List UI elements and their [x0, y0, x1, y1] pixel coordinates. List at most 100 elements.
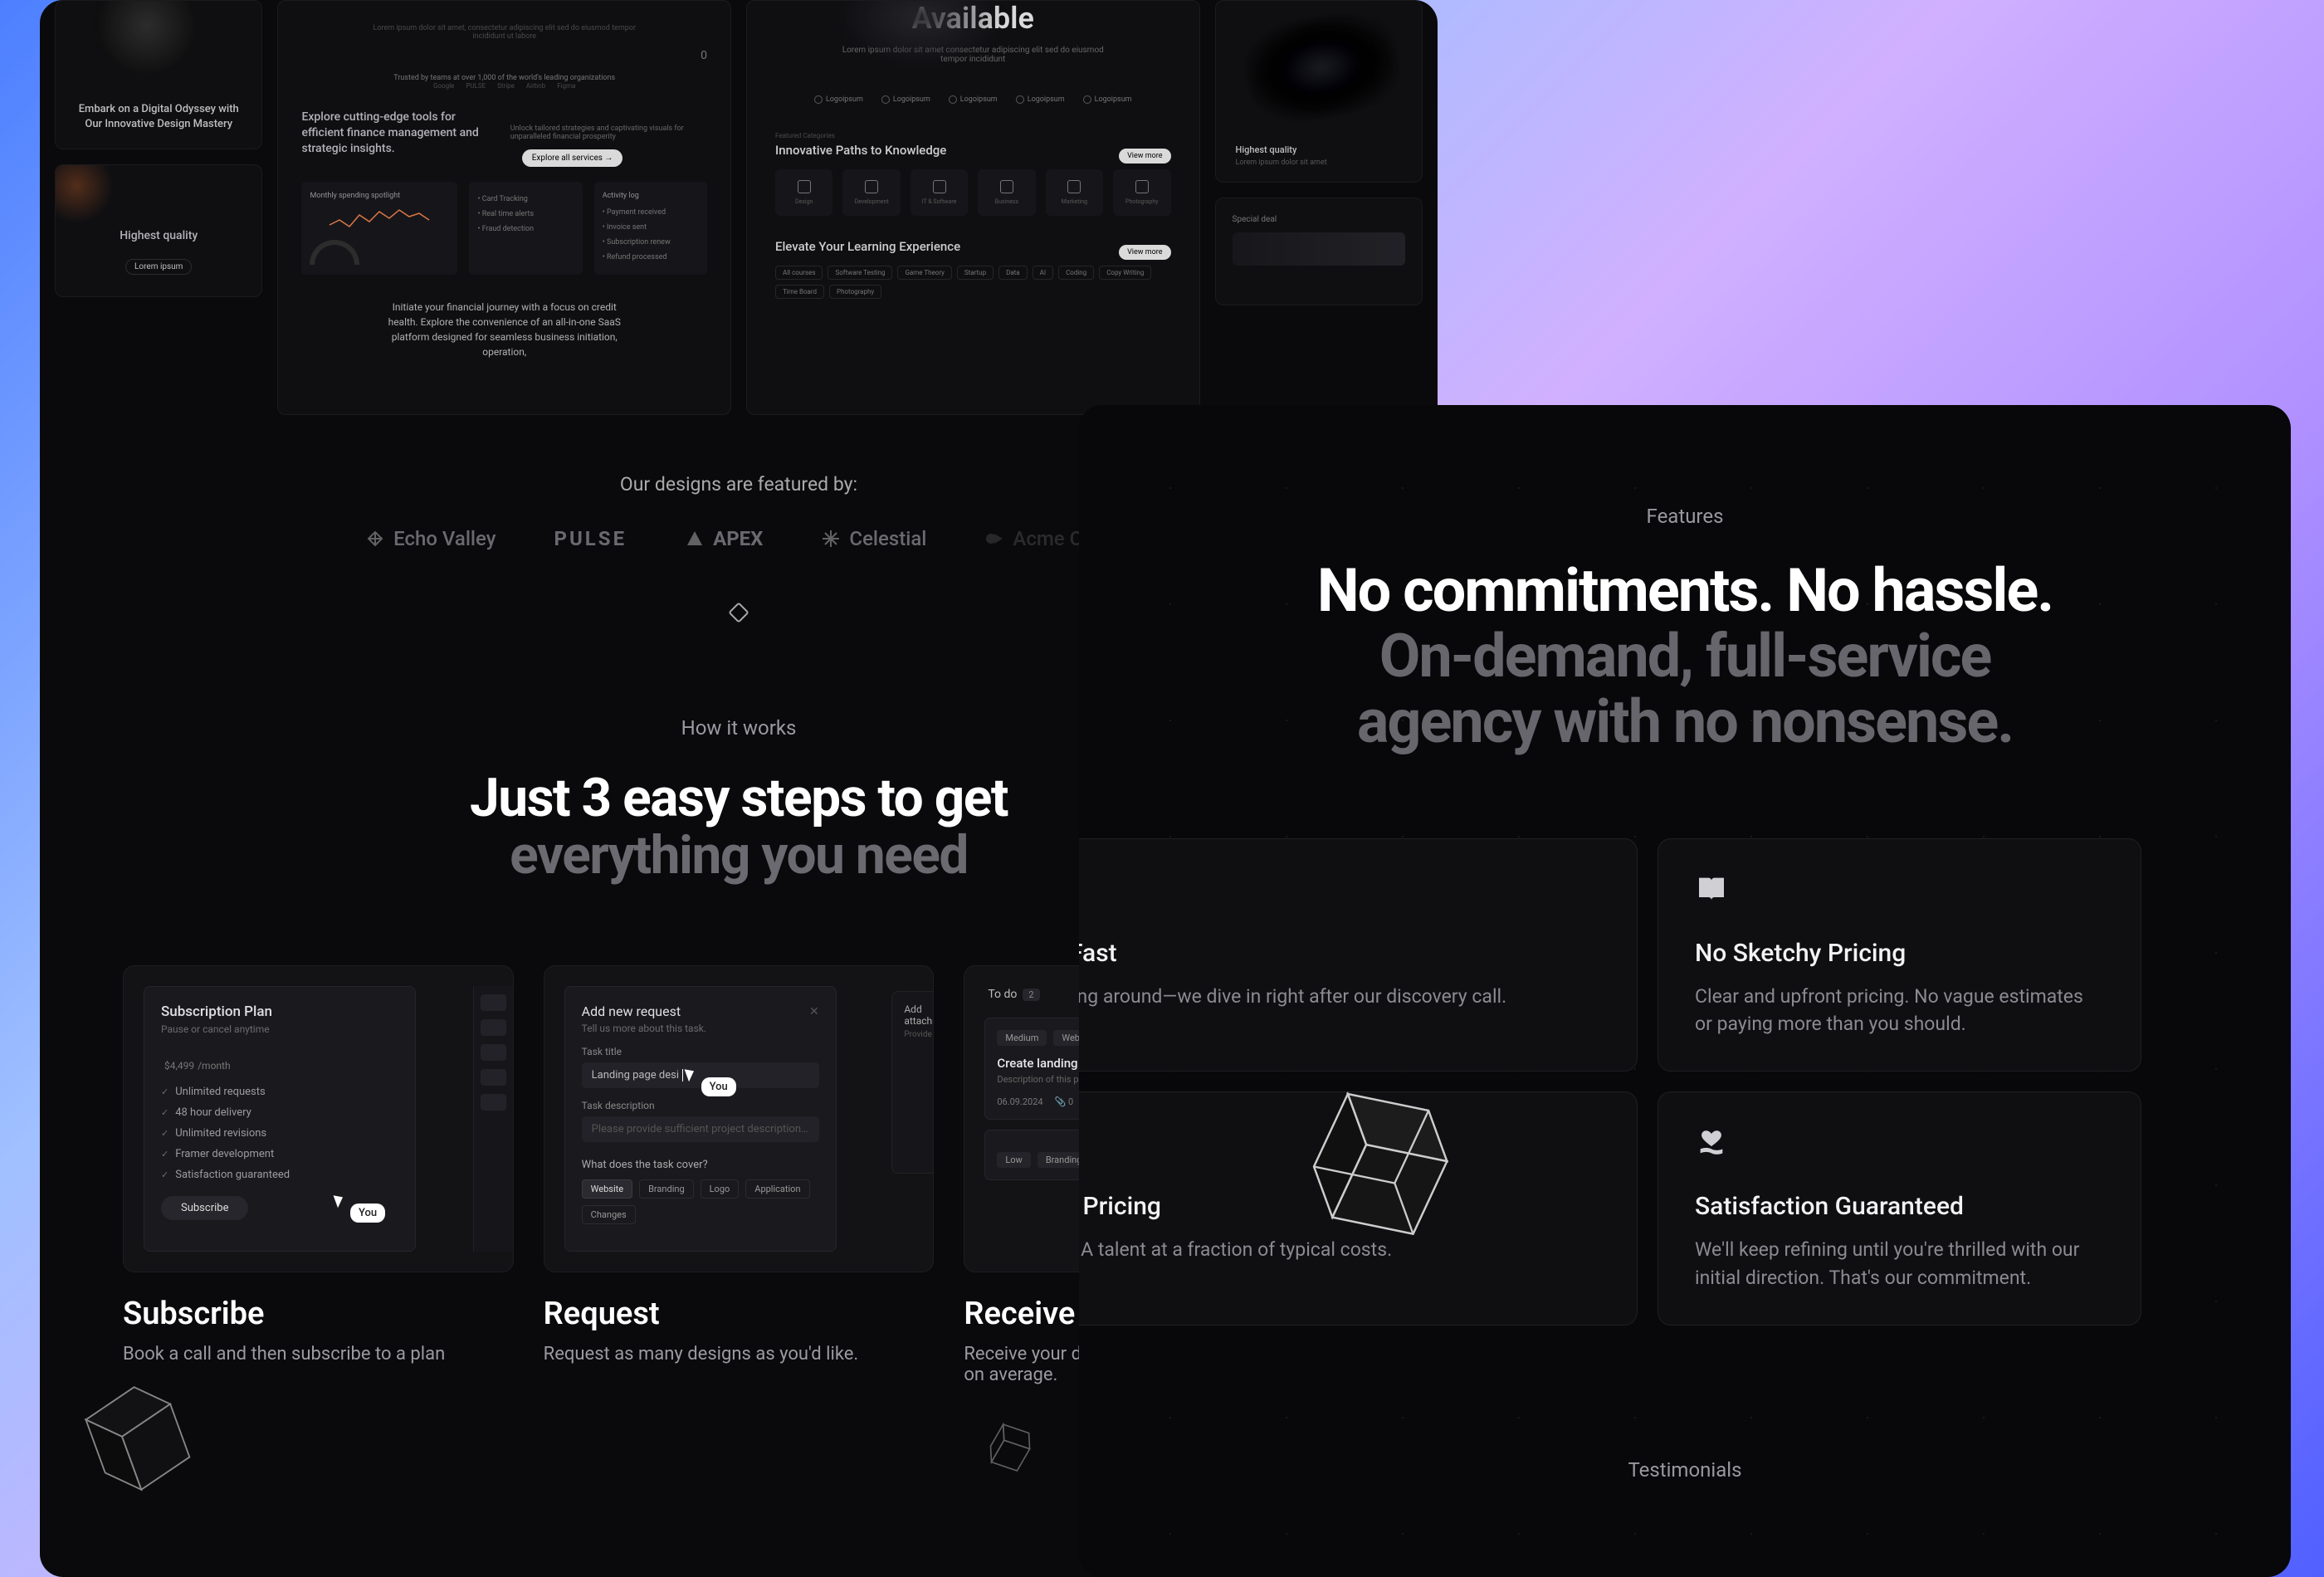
filter-chip[interactable]: AI	[1033, 266, 1053, 280]
category-tile[interactable]: Development	[842, 169, 900, 216]
featured-logo: APEX	[685, 527, 763, 550]
filter-chip[interactable]: Coding	[1058, 266, 1094, 280]
task-title-label: Task title	[582, 1046, 819, 1057]
showcase-strip: Embark on a Digital Odyssey with Our Inn…	[40, 0, 1438, 415]
showcase-card-quality-1: Highest quality Lorem ipsum	[55, 164, 262, 297]
showcase-card-quality-2: Highest quality Lorem ipsum dolor sit am…	[1215, 0, 1423, 183]
tag-chip[interactable]: Application	[745, 1179, 809, 1199]
category-tile[interactable]: Photography	[1113, 169, 1170, 216]
plan-feature: Unlimited requests	[161, 1086, 398, 1098]
cursor-arrow-icon	[684, 1067, 696, 1081]
showcase-quality1-title: Highest quality	[72, 228, 245, 244]
plan-feature: 48 hour delivery	[161, 1106, 398, 1119]
attachments-panel: Add attachments Provide us with	[891, 991, 934, 1174]
cursor-arrow-icon	[334, 1193, 346, 1208]
plan-price: $4,499/month	[161, 1053, 398, 1074]
category-tile[interactable]: Design	[775, 169, 832, 216]
step1-side-rail	[473, 986, 513, 1252]
subscribe-button[interactable]: Subscribe	[161, 1196, 248, 1220]
tag-chip[interactable]: Branding	[639, 1179, 694, 1199]
acme-icon	[984, 529, 1004, 549]
feature-title: No Sketchy Pricing	[1695, 939, 2104, 968]
category-tile[interactable]: Business	[978, 169, 1035, 216]
sc-c-sec1-title: Innovative Paths to Knowledge	[775, 143, 946, 158]
plan-title: Subscription Plan	[161, 1003, 398, 1020]
tag-chip[interactable]: Website	[582, 1179, 632, 1199]
feature-title: Lightning Fast	[1079, 939, 1600, 968]
feature-desc: We'll keep refining until you're thrille…	[1695, 1236, 2104, 1291]
filter-chip[interactable]: Time Board	[775, 285, 824, 299]
filter-chip[interactable]: All courses	[775, 266, 823, 280]
camera-icon	[1135, 180, 1149, 193]
tag-chip[interactable]: Changes	[582, 1205, 636, 1224]
echo-valley-icon	[365, 529, 385, 549]
glass-cube-decor-small	[978, 1411, 1044, 1477]
plan-feature: Unlimited revisions	[161, 1127, 398, 1140]
cursor-bubble: You	[701, 1077, 736, 1096]
filter-chip[interactable]: Photography	[829, 285, 881, 299]
close-icon[interactable]: ✕	[809, 1005, 819, 1018]
category-tile[interactable]: IT & Software	[911, 169, 968, 216]
feature-card: Affordable Pricing Access Grade A talent…	[1079, 1091, 1638, 1326]
category-tile[interactable]: Marketing	[1046, 169, 1103, 216]
filter-chip[interactable]: Software Testing	[828, 266, 892, 280]
sc-c-chips: All courses Software Testing Game Theory…	[775, 266, 1171, 299]
plan-features: Unlimited requests 48 hour delivery Unli…	[161, 1086, 398, 1181]
filter-chip[interactable]: Startup	[957, 266, 994, 280]
phone-icon	[865, 180, 878, 193]
sc-b-top-para: Lorem ipsum dolor sit amet, consectetur …	[363, 24, 647, 41]
priority-chip: Low	[997, 1152, 1030, 1168]
step-desc: Request as many designs as you'd like.	[544, 1344, 935, 1365]
showcase-card-learning: Available Lorem ipsum dolor sit amet con…	[746, 0, 1200, 415]
task-desc-label: Task description	[582, 1100, 819, 1111]
features-grid: Lightning Fast No more waiting around—we…	[1079, 755, 2291, 1326]
cursor-you: You	[335, 1194, 385, 1223]
showcase-card-odyssey: Embark on a Digital Odyssey with Our Inn…	[55, 0, 262, 149]
laptop-icon	[933, 180, 946, 193]
showcase-card-specialdeal: Special deal	[1215, 198, 1423, 305]
features-label: Features	[1079, 505, 2291, 528]
sc-b-headline: Explore cutting-edge tools for efficient…	[301, 110, 498, 157]
cursor-bubble: You	[350, 1204, 385, 1223]
feature-title: Satisfaction Guaranteed	[1695, 1192, 2104, 1221]
filter-chip[interactable]: Data	[998, 266, 1028, 280]
view-more-button-2[interactable]: View more	[1119, 245, 1170, 260]
task-title-input[interactable]: Landing page desi You	[582, 1062, 819, 1088]
showcase-odyssey-title: Embark on a Digital Odyssey with Our Inn…	[74, 102, 243, 131]
plan-feature: Satisfaction guaranteed	[161, 1169, 398, 1181]
sc-b-logo-strip: GooglePULSEStripeAirbnbFigma	[301, 82, 707, 90]
chart-icon	[1067, 180, 1081, 193]
attachment-count: 📎 0	[1055, 1096, 1074, 1107]
apex-icon	[685, 529, 705, 549]
feature-card: Satisfaction Guaranteed We'll keep refin…	[1658, 1091, 2141, 1326]
task-desc-input[interactable]: Please provide sufficient project descri…	[582, 1116, 819, 1142]
diamond-icon	[728, 602, 749, 622]
step-title: Subscribe	[123, 1296, 514, 1332]
step-request: Add new request ✕ Tell us more about thi…	[544, 965, 935, 1385]
request-title: Add new request	[582, 1003, 681, 1019]
filter-chip[interactable]: Copy Writing	[1099, 266, 1151, 280]
sc-b-trusted: Trusted by teams at over 1,000 of the wo…	[301, 74, 707, 82]
step-request-preview: Add new request ✕ Tell us more about thi…	[544, 965, 935, 1272]
task-cover-label: What does the task cover?	[582, 1159, 819, 1171]
step-title: Request	[544, 1296, 935, 1332]
sc-b-foot: Initiate your financial journey with a f…	[383, 300, 626, 359]
step-desc: Book a call and then subscribe to a plan	[123, 1344, 514, 1365]
feature-desc: Access Grade A talent at a fraction of t…	[1079, 1236, 1600, 1263]
priority-chip: Medium	[997, 1030, 1047, 1046]
task-tags: Website Branding Logo Application Change…	[582, 1179, 819, 1224]
sc-c-sec2-title: Elevate Your Learning Experience	[775, 239, 960, 254]
view-more-button[interactable]: View more	[1119, 149, 1170, 164]
feature-card: Lightning Fast No more waiting around—we…	[1079, 838, 1638, 1072]
tag-chip[interactable]: Logo	[701, 1179, 740, 1199]
step-subscribe-preview: Subscription Plan Pause or cancel anytim…	[123, 965, 514, 1272]
features-heading: No commitments. No hassle. On-demand, fu…	[1079, 558, 2291, 755]
filter-chip[interactable]: Game Theory	[897, 266, 951, 280]
explore-services-button[interactable]: Explore all services →	[522, 149, 623, 167]
feature-desc: No more waiting around—we dive in right …	[1079, 983, 1600, 1010]
step-subscribe: Subscription Plan Pause or cancel anytim…	[123, 965, 514, 1385]
featured-logo: PULSE	[554, 527, 627, 550]
testimonials-label: Testimonials	[1079, 1458, 2291, 1482]
plan-subtitle: Pause or cancel anytime	[161, 1023, 398, 1035]
kanban-card-date: 06.09.2024	[997, 1096, 1042, 1107]
